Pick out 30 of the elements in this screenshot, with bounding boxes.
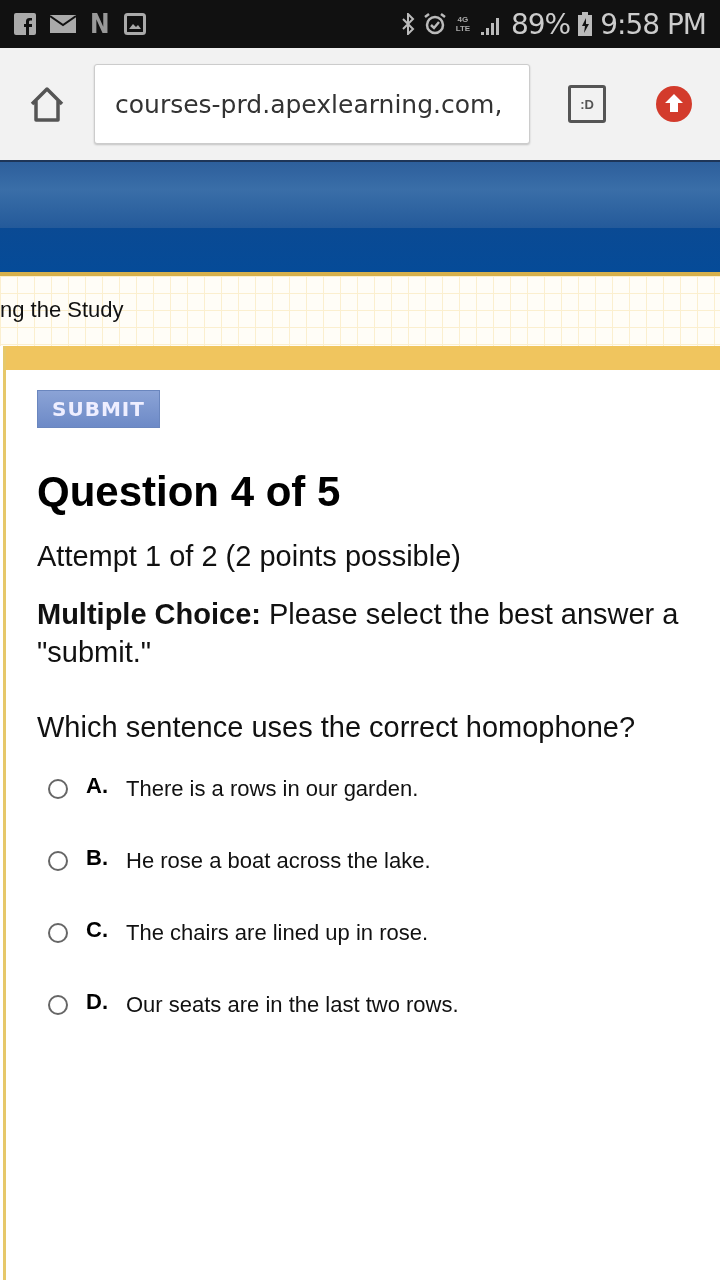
battery-charging-icon xyxy=(578,12,593,36)
notification-letter: N xyxy=(90,11,110,37)
alarm-icon xyxy=(422,12,447,36)
mail-icon xyxy=(50,15,76,33)
question-text: Which sentence uses the correct homophone? xyxy=(37,711,637,744)
battery-percent: 89% xyxy=(510,7,571,41)
question-title: Question 4 of 5 xyxy=(37,468,342,516)
extension-button[interactable]: :D xyxy=(568,85,606,123)
attempt-info: Attempt 1 of 2 (2 points possible) xyxy=(37,540,462,573)
radio-button[interactable] xyxy=(48,923,68,943)
option-letter: B. xyxy=(86,845,109,871)
option-letter: D. xyxy=(86,989,109,1015)
instructions-text: Multiple Choice: Please select the best answer a "submit." xyxy=(37,597,680,670)
radio-button[interactable] xyxy=(48,995,68,1015)
option-text: There is a rows in our garden. xyxy=(126,776,419,802)
option-text: Our seats are in the last two rows. xyxy=(126,992,459,1018)
option-text: He rose a boat across the lake. xyxy=(126,848,431,874)
image-icon xyxy=(123,13,146,35)
url-field[interactable]: courses-prd.apexlearning.com, xyxy=(94,64,530,144)
clock-time: 9:58 PM xyxy=(600,7,706,41)
option-letter: A. xyxy=(86,773,109,799)
home-icon[interactable] xyxy=(28,86,66,122)
option-text: The chairs are lined up in rose. xyxy=(126,920,429,946)
bluetooth-icon xyxy=(400,13,415,35)
radio-button[interactable] xyxy=(48,851,68,871)
radio-button[interactable] xyxy=(48,779,68,799)
facebook-icon xyxy=(14,13,36,35)
option-letter: C. xyxy=(86,917,109,943)
lesson-title: ng the Study xyxy=(0,297,124,323)
network-type-label: 4G LTE xyxy=(454,15,471,33)
